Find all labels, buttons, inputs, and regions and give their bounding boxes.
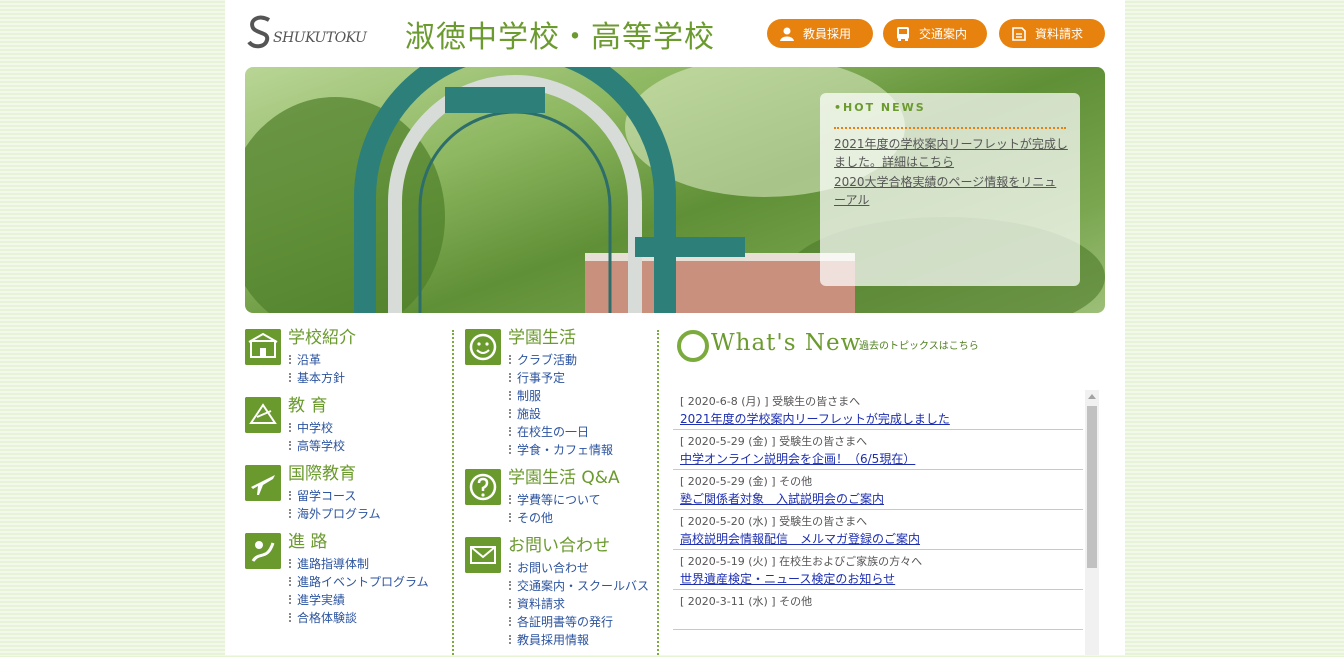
menu-title-qa[interactable]: 学園生活 Q&A: [508, 467, 655, 491]
column-divider: [657, 330, 659, 655]
menu-link[interactable]: 交通案内・スクールバス: [508, 577, 655, 595]
menu-link[interactable]: お問い合わせ: [508, 559, 655, 577]
logo-mark-icon: [247, 15, 271, 49]
news-list: [ 2020-6-8 (月) ] 受験生の皆さまへ 2021年度の学校案内リーフ…: [673, 390, 1083, 630]
menu-link[interactable]: 進学実績: [288, 591, 445, 609]
menu-link[interactable]: その他: [508, 509, 655, 527]
menu-link[interactable]: 中学校: [288, 419, 445, 437]
bus-icon: [897, 26, 909, 41]
news-link[interactable]: 塾ご関係者対象 入試説明会のご案内: [680, 490, 1083, 508]
document-icon: [1012, 26, 1026, 41]
whats-new-title: What's New: [711, 330, 862, 356]
menu-title-education[interactable]: 教 育: [288, 395, 445, 419]
request-documents-button[interactable]: 資料請求: [999, 19, 1105, 48]
school-name: 淑徳中学校・高等学校: [405, 20, 715, 55]
person-icon: [780, 27, 794, 41]
news-scrollbar[interactable]: [1085, 390, 1099, 655]
menu-column-1: 学校紹介 沿革 基本方針 教 育 中学校 高等学校 国際教育 留学コース 海外プ…: [245, 327, 445, 635]
menu-title-campus-life[interactable]: 学園生活: [508, 327, 655, 351]
question-icon: [465, 469, 501, 505]
menu-link[interactable]: クラブ活動: [508, 351, 655, 369]
news-item: [ 2020-6-8 (月) ] 受験生の皆さまへ 2021年度の学校案内リーフ…: [673, 390, 1083, 430]
menu-link[interactable]: 進路指導体制: [288, 555, 445, 573]
menu-link[interactable]: 制服: [508, 387, 655, 405]
news-link[interactable]: 高校説明会情報配信 メルマガ登録のご案内: [680, 530, 1083, 548]
menu-section-education: 教 育 中学校 高等学校: [245, 395, 445, 455]
education-icon: [245, 397, 281, 433]
airplane-icon: [245, 465, 281, 501]
menu-title-career[interactable]: 進 路: [288, 531, 445, 555]
menu-link[interactable]: 合格体験談: [288, 609, 445, 627]
menu-link[interactable]: 進路イベントプログラム: [288, 573, 445, 591]
teacher-recruitment-label: 教員採用: [803, 27, 852, 41]
menu-link[interactable]: 海外プログラム: [288, 505, 445, 523]
menu-link[interactable]: 教員採用情報: [508, 631, 655, 649]
news-meta: [ 2020-5-29 (金) ] その他: [680, 475, 813, 488]
news-item: [ 2020-5-29 (金) ] その他 塾ご関係者対象 入試説明会のご案内: [673, 470, 1083, 510]
menu-link[interactable]: 資料請求: [508, 595, 655, 613]
circle-icon: [677, 330, 709, 362]
news-link[interactable]: 2021年度の学校案内リーフレットが完成しました: [680, 410, 1083, 428]
menu-section-contact: お問い合わせ お問い合わせ 交通案内・スクールバス 資料請求 各証明書等の発行 …: [465, 535, 655, 649]
news-item: [ 2020-5-20 (水) ] 受験生の皆さまへ 高校説明会情報配信 メルマ…: [673, 510, 1083, 550]
news-meta: [ 2020-5-19 (火) ] 在校生およびご家族の方々へ: [680, 555, 923, 568]
menu-link[interactable]: 沿革: [288, 351, 445, 369]
menu-title-international[interactable]: 国際教育: [288, 463, 445, 487]
scrollbar-thumb[interactable]: [1087, 406, 1097, 568]
hot-news-panel: •HOT NEWS 2021年度の学校案内リーフレットが完成しました。詳細はこち…: [820, 93, 1080, 286]
hot-news-link[interactable]: 2020大学合格実績のページ情報をリニューアル: [834, 173, 1068, 209]
menu-link[interactable]: 各証明書等の発行: [508, 613, 655, 631]
menu-column-2: 学園生活 クラブ活動 行事予定 制服 施設 在校生の一日 学食・カフェ情報 学園…: [465, 327, 655, 657]
scroll-up-arrow-icon[interactable]: [1088, 394, 1096, 399]
news-link[interactable]: 世界遺産検定・ニュース検定のお知らせ: [680, 570, 1083, 588]
hot-news-link[interactable]: 2021年度の学校案内リーフレットが完成しました。詳細はこちら: [834, 135, 1068, 171]
hot-news-divider: [834, 127, 1066, 129]
menu-title-contact[interactable]: お問い合わせ: [508, 535, 655, 559]
hero-image: •HOT NEWS 2021年度の学校案内リーフレットが完成しました。詳細はこち…: [245, 67, 1105, 313]
menu-section-career: 進 路 進路指導体制 進路イベントプログラム 進学実績 合格体験談: [245, 531, 445, 627]
access-button[interactable]: 交通案内: [883, 19, 987, 48]
menu-link[interactable]: 留学コース: [288, 487, 445, 505]
column-divider: [452, 330, 454, 655]
news-list-container[interactable]: [ 2020-6-8 (月) ] 受験生の皆さまへ 2021年度の学校案内リーフ…: [673, 390, 1101, 655]
menu-link[interactable]: 学費等について: [508, 491, 655, 509]
news-item: [ 2020-3-11 (水) ] その他: [673, 590, 1083, 630]
menu-link[interactable]: 高等学校: [288, 437, 445, 455]
menu-title-about[interactable]: 学校紹介: [288, 327, 445, 351]
news-meta: [ 2020-5-29 (金) ] 受験生の皆さまへ: [680, 435, 868, 448]
hot-news-title: •HOT NEWS: [834, 101, 926, 114]
teacher-recruitment-button[interactable]: 教員採用: [767, 19, 873, 48]
mail-icon: [465, 537, 501, 573]
menu-section-international: 国際教育 留学コース 海外プログラム: [245, 463, 445, 523]
career-icon: [245, 533, 281, 569]
news-item: [ 2020-5-19 (火) ] 在校生およびご家族の方々へ 世界遺産検定・ニ…: [673, 550, 1083, 590]
news-link[interactable]: 中学オンライン説明会を企画！（6/5現在）: [680, 450, 1083, 468]
access-label: 交通案内: [919, 27, 968, 41]
logo-text: SHUKUTOKU: [273, 30, 367, 46]
whats-new-header: What's New 過去のトピックスはこちら: [677, 330, 1105, 364]
news-meta: [ 2020-3-11 (水) ] その他: [680, 595, 813, 608]
news-item: [ 2020-5-29 (金) ] 受験生の皆さまへ 中学オンライン説明会を企画…: [673, 430, 1083, 470]
menu-link[interactable]: 基本方針: [288, 369, 445, 387]
request-documents-label: 資料請求: [1035, 27, 1084, 41]
menu-link[interactable]: 在校生の一日: [508, 423, 655, 441]
menu-link[interactable]: 学食・カフェ情報: [508, 441, 655, 459]
past-topics-link[interactable]: 過去のトピックスはこちら: [859, 337, 979, 352]
news-meta: [ 2020-6-8 (月) ] 受験生の皆さまへ: [680, 395, 861, 408]
smiley-icon: [465, 329, 501, 365]
news-meta: [ 2020-5-20 (水) ] 受験生の皆さまへ: [680, 515, 868, 528]
page: SHUKUTOKU 淑徳中学校・高等学校 教員採用 交通案内 資料請求 •HOT…: [225, 0, 1125, 655]
menu-section-qa: 学園生活 Q&A 学費等について その他: [465, 467, 655, 527]
menu-section-about: 学校紹介 沿革 基本方針: [245, 327, 445, 387]
menu-section-campus-life: 学園生活 クラブ活動 行事予定 制服 施設 在校生の一日 学食・カフェ情報: [465, 327, 655, 459]
shukutoku-logo[interactable]: SHUKUTOKU: [245, 14, 385, 54]
menu-link[interactable]: 行事予定: [508, 369, 655, 387]
menu-link[interactable]: 施設: [508, 405, 655, 423]
school-building-icon: [245, 329, 281, 365]
